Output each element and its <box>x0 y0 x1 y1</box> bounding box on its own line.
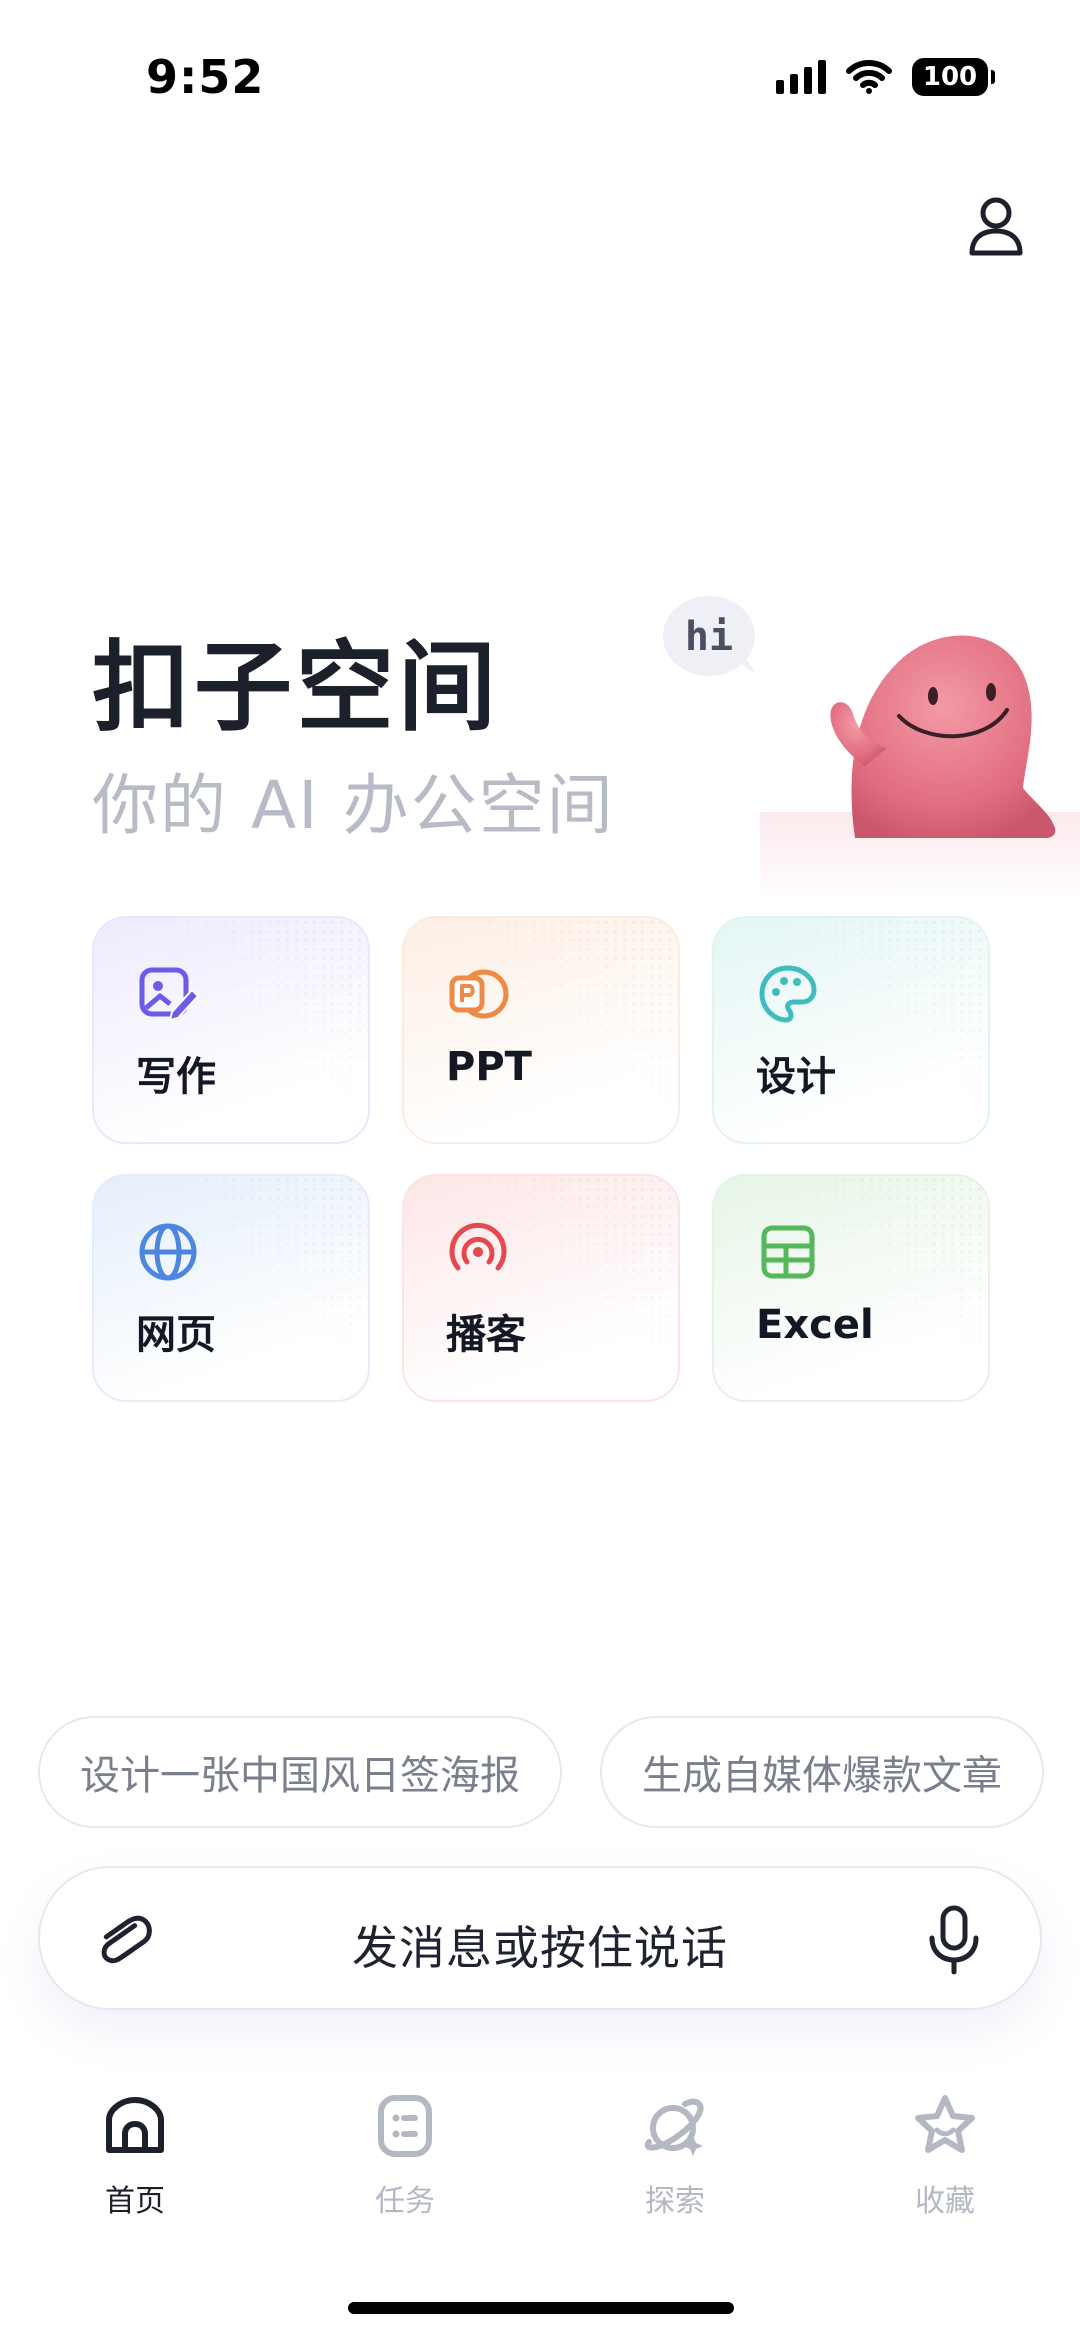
feature-label: 写作 <box>136 1054 216 1100</box>
tab-label: 探索 <box>645 2184 705 2219</box>
tab-explore[interactable]: 探索 <box>540 2090 810 2250</box>
suggestion-list: 设计一张中国风日签海报 生成自媒体爆款文章 <box>38 1716 1080 1828</box>
tab-home[interactable]: 首页 <box>0 2090 270 2250</box>
profile-button[interactable] <box>964 190 1028 262</box>
task-icon <box>378 2095 432 2157</box>
status-bar: 9:52 100 <box>0 0 1080 150</box>
status-time: 9:52 <box>146 50 265 104</box>
globe-icon <box>139 1223 197 1281</box>
page-subtitle: 你的 AI 办公空间 <box>92 767 615 844</box>
feature-grid: 写作 PPT 设计 网页 播客 Excel <box>92 916 990 1402</box>
mascot-illustration: hi <box>663 596 1056 838</box>
tab-label: 收藏 <box>915 2184 975 2219</box>
tab-label: 首页 <box>105 2184 165 2219</box>
feature-label: 播客 <box>446 1312 526 1358</box>
feature-label: PPT <box>446 1044 532 1090</box>
tab-label: 任务 <box>375 2184 435 2219</box>
message-input-bar[interactable]: 发消息或按住说话 <box>38 1866 1042 2010</box>
battery-icon: 100 <box>912 58 995 96</box>
home-indicator[interactable] <box>348 2302 734 2314</box>
explore-planet-icon <box>644 2098 704 2156</box>
message-input[interactable]: 发消息或按住说话 <box>40 1912 1040 1978</box>
feature-card-design[interactable]: 设计 <box>712 916 990 1144</box>
powerpoint-icon <box>449 969 509 1019</box>
podcast-icon <box>449 1222 507 1271</box>
suggestion-chip[interactable]: 生成自媒体爆款文章 <box>600 1716 1044 1828</box>
feature-card-web[interactable]: 网页 <box>92 1174 370 1402</box>
cellular-signal-icon <box>776 60 826 94</box>
user-icon <box>969 197 1023 256</box>
suggestion-chip[interactable]: 设计一张中国风日签海报 <box>38 1716 562 1828</box>
home-icon <box>106 2097 164 2153</box>
battery-level: 100 <box>922 62 978 92</box>
star-icon <box>915 2095 975 2153</box>
tab-favorites[interactable]: 收藏 <box>810 2090 1080 2250</box>
feature-card-podcast[interactable]: 播客 <box>402 1174 680 1402</box>
feature-label: 网页 <box>136 1312 216 1358</box>
palette-icon <box>759 965 817 1023</box>
page-title: 扣子空间 <box>92 631 501 745</box>
tab-tasks[interactable]: 任务 <box>270 2090 540 2250</box>
feature-card-ppt[interactable]: PPT <box>402 916 680 1144</box>
mascot-bubble-text: hi <box>685 614 733 660</box>
microphone-icon[interactable] <box>924 1904 984 1976</box>
wifi-icon <box>846 60 892 94</box>
feature-label: 设计 <box>756 1054 836 1100</box>
feature-card-write[interactable]: 写作 <box>92 916 370 1144</box>
image-edit-icon <box>139 967 200 1022</box>
feature-label: Excel <box>756 1302 874 1348</box>
spreadsheet-icon <box>761 1225 815 1279</box>
feature-card-excel[interactable]: Excel <box>712 1174 990 1402</box>
bottom-tab-bar: 首页 任务 探索 收藏 <box>0 2090 1080 2250</box>
status-icons: 100 <box>776 58 995 96</box>
